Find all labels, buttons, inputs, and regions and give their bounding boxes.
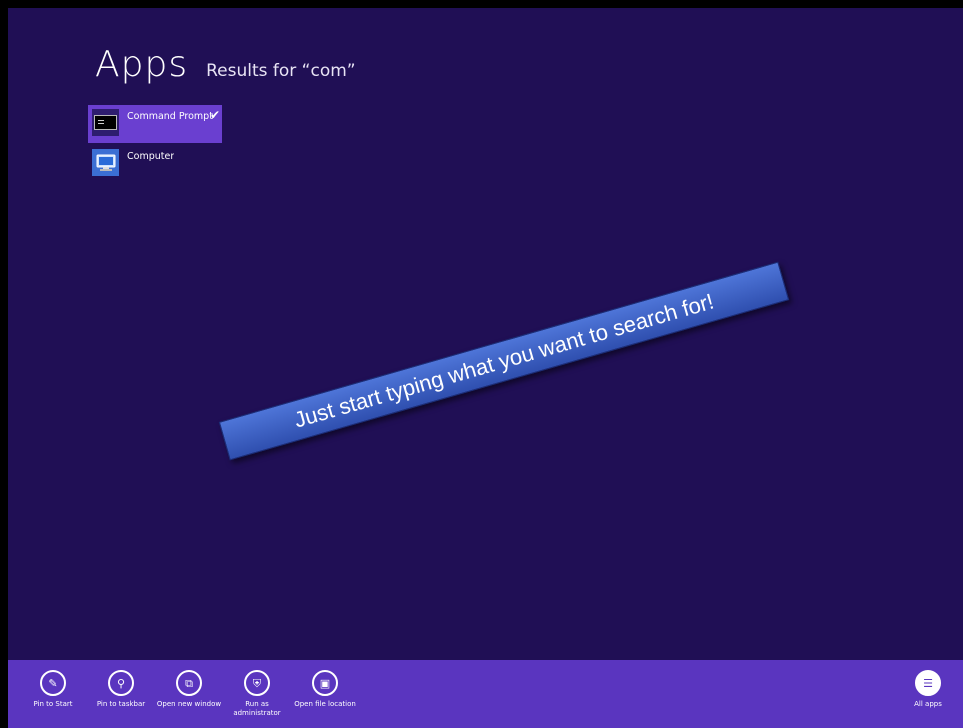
banner-text: Just start typing what you want to searc… [291, 288, 717, 433]
pin-icon: ✎ [40, 670, 66, 696]
button-label: Pin to taskbar [96, 700, 146, 708]
result-label: Command Prompt [127, 111, 213, 122]
shield-icon: ⛨ [244, 670, 270, 696]
new-window-icon: ⧉ [176, 670, 202, 696]
list-icon: ☰ [915, 670, 941, 696]
button-label: All apps [914, 700, 942, 708]
app-bar: ✎ Pin to Start ⚲ Pin to taskbar ⧉ Open n… [8, 660, 963, 728]
open-new-window-button[interactable]: ⧉ Open new window [156, 670, 222, 709]
computer-icon [92, 149, 119, 176]
checkmark-icon: ✔ [209, 108, 220, 122]
open-file-location-button[interactable]: ▣ Open file location [292, 670, 358, 709]
button-label: Open new window [156, 700, 222, 708]
search-results-label: Results for “com” [206, 61, 356, 81]
results-list: Command Prompt ✔ Computer [88, 105, 222, 185]
start-screen: Apps Results for “com” Command Prompt ✔ … [8, 8, 963, 728]
page-title: Apps [95, 44, 189, 85]
pin-to-taskbar-button[interactable]: ⚲ Pin to taskbar [88, 670, 154, 709]
command-prompt-icon [92, 109, 119, 136]
all-apps-button[interactable]: ☰ All apps [895, 670, 961, 709]
result-computer[interactable]: Computer [88, 145, 222, 183]
pin-to-start-button[interactable]: ✎ Pin to Start [20, 670, 86, 709]
button-label: Run as administrator [233, 700, 281, 717]
run-as-administrator-button[interactable]: ⛨ Run as administrator [224, 670, 290, 718]
result-command-prompt[interactable]: Command Prompt ✔ [88, 105, 222, 143]
instruction-banner: Just start typing what you want to searc… [218, 261, 790, 461]
taskbar-pin-icon: ⚲ [108, 670, 134, 696]
button-label: Open file location [294, 700, 356, 708]
button-label: Pin to Start [33, 700, 73, 708]
folder-icon: ▣ [312, 670, 338, 696]
header: Apps Results for “com” [95, 44, 356, 85]
result-label: Computer [127, 151, 175, 162]
